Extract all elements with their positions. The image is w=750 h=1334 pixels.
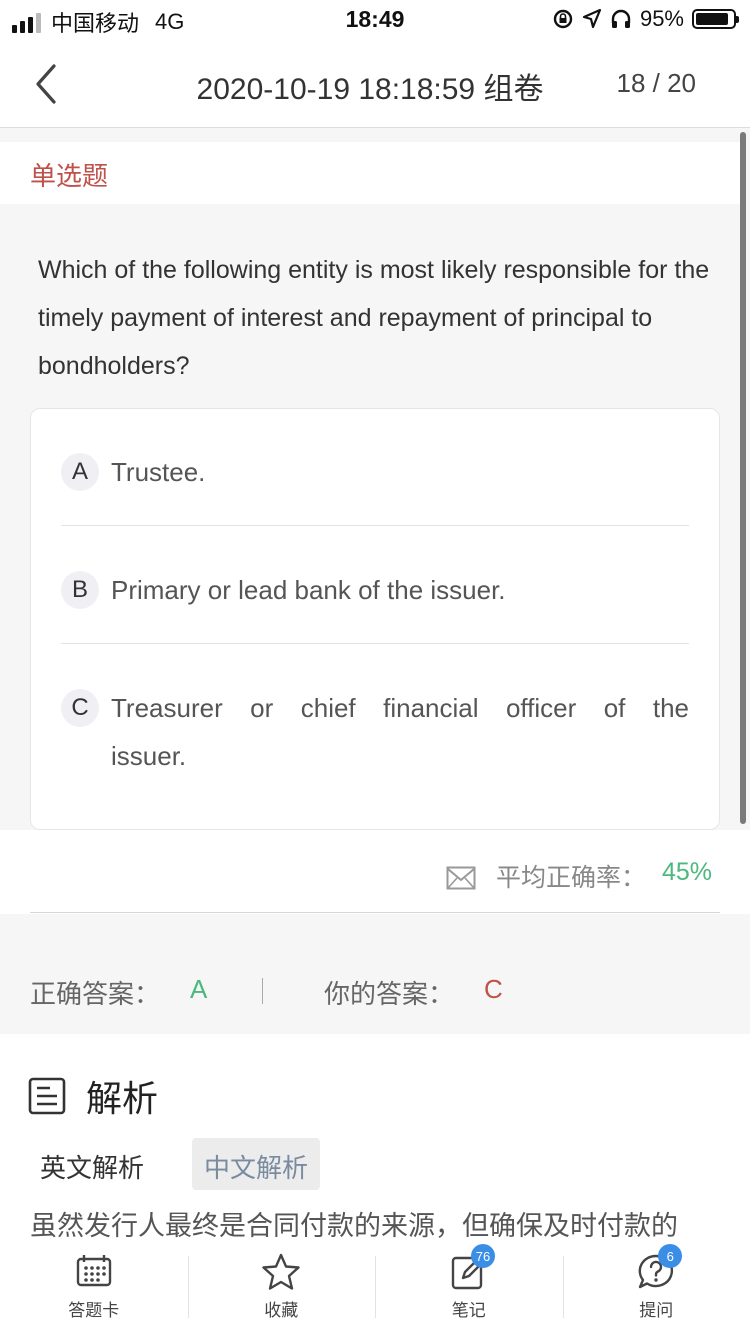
tab-english-analysis[interactable]: 英文解析 xyxy=(28,1138,156,1190)
bottom-tab-bar: 答题卡 收藏 76 笔记 6 提问 xyxy=(0,1242,750,1334)
question-counter: 18 / 20 xyxy=(616,68,696,98)
page-title: 2020-10-19 18:18:59 组卷 xyxy=(196,73,544,106)
rotation-lock-icon xyxy=(553,9,573,29)
battery-icon xyxy=(692,9,739,29)
tab-notes[interactable]: 76 笔记 xyxy=(375,1242,563,1334)
option-divider xyxy=(61,525,689,526)
answer-row: 正确答案： A 你的答案： C xyxy=(0,954,750,1026)
note-edit-icon: 76 xyxy=(449,1244,496,1292)
notes-badge: 76 xyxy=(470,1244,496,1268)
tab-label: 笔记 xyxy=(451,1301,486,1320)
chevron-left-icon xyxy=(36,64,56,104)
back-button[interactable] xyxy=(24,60,68,108)
ask-badge: 6 xyxy=(658,1244,683,1268)
question-type-label: 单选题 xyxy=(30,161,109,191)
correct-answer-label: 正确答案： xyxy=(30,979,161,1009)
document-icon xyxy=(28,1077,66,1115)
option-c[interactable]: C Treasurer or chief financial officer o… xyxy=(61,689,689,780)
correct-answer-value: A xyxy=(190,974,208,1004)
question-type-bar: 单选题 xyxy=(0,142,740,204)
status-right: 95% xyxy=(552,6,739,32)
battery-percent: 95% xyxy=(639,6,684,31)
analysis-title: 解析 xyxy=(86,1078,159,1119)
tab-label: 答题卡 xyxy=(68,1301,120,1320)
tab-label: 提问 xyxy=(639,1301,674,1320)
option-b[interactable]: B Primary or lead bank of the issuer. xyxy=(61,571,689,614)
question-bubble-icon: 6 xyxy=(636,1244,683,1292)
tab-ask[interactable]: 6 提问 xyxy=(562,1242,750,1334)
status-bar: 中国移动 4G 18:49 95% xyxy=(0,0,750,40)
scrollbar[interactable] xyxy=(740,132,746,824)
analysis-text: 虽然发行人最终是合同付款的来源，但确保及时付款的 xyxy=(30,1211,678,1241)
answer-separator xyxy=(262,978,263,1004)
your-answer-value: C xyxy=(484,974,503,1004)
section-divider xyxy=(30,912,720,913)
headphones-icon xyxy=(611,9,631,28)
location-icon xyxy=(582,8,602,29)
tab-answer-card[interactable]: 答题卡 xyxy=(0,1242,188,1334)
option-text: Treasurer or chief financial officer of … xyxy=(111,693,689,771)
answer-card-icon xyxy=(74,1252,114,1292)
your-answer-label: 你的答案： xyxy=(324,979,455,1009)
star-icon xyxy=(261,1252,301,1292)
option-a[interactable]: A Trustee. xyxy=(61,453,689,496)
option-text: Primary or lead bank of the issuer. xyxy=(111,575,506,605)
option-text: Trustee. xyxy=(111,457,206,487)
option-divider xyxy=(61,643,689,644)
option-letter: A xyxy=(61,453,99,491)
avg-accuracy-label: 平均正确率： xyxy=(496,864,647,892)
options-card: A Trustee. B Primary or lead bank of the… xyxy=(30,408,720,830)
tab-label: 收藏 xyxy=(264,1301,299,1320)
nav-bar: 2020-10-19 18:18:59 组卷 18 / 20 xyxy=(0,40,750,128)
tab-chinese-analysis[interactable]: 中文解析 xyxy=(192,1138,321,1190)
analysis-header: 解析 xyxy=(28,1070,158,1122)
option-letter: B xyxy=(61,571,99,609)
question-text: Which of the following entity is most li… xyxy=(38,256,710,380)
tab-favorite[interactable]: 收藏 xyxy=(187,1242,376,1334)
option-letter: C xyxy=(61,689,99,727)
mail-icon[interactable] xyxy=(446,866,476,890)
stats-bar: 平均正确率： 45% xyxy=(0,830,750,914)
avg-accuracy-value: 45% xyxy=(662,858,713,886)
